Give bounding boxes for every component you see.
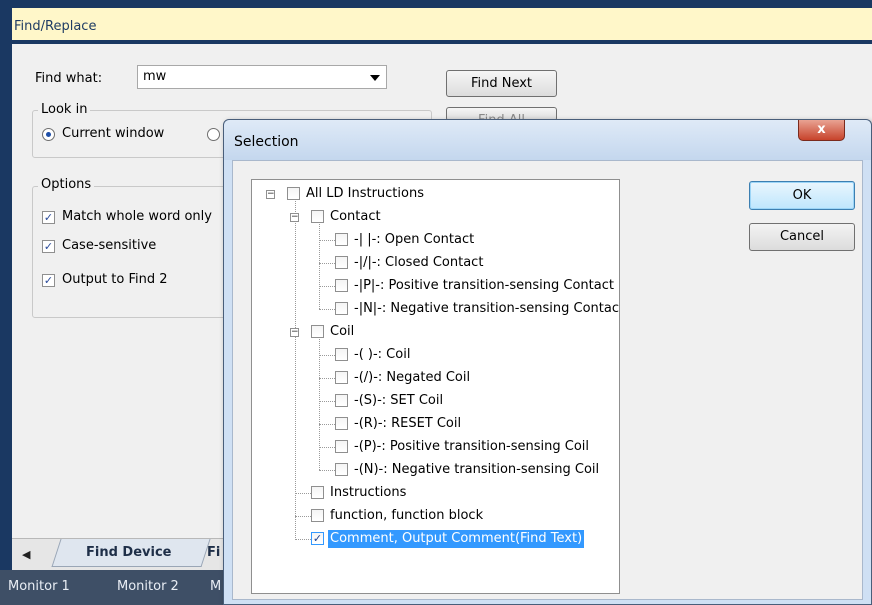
tree-item-label: Contact (330, 209, 381, 224)
selection-titlebar: Selection x (224, 120, 871, 160)
tree-item-label: -(N)-: Negative transition-sensing Coil (354, 462, 600, 477)
tree-item-label: -(/)-: Negated Coil (354, 370, 471, 385)
tree-checkbox[interactable] (311, 486, 324, 499)
tree-expander-minus-icon[interactable]: − (290, 328, 299, 337)
tree-line (295, 493, 311, 494)
selection-client-area: − − − All LD Instructions Contact -| |-:… (232, 160, 863, 600)
tree-line (319, 337, 320, 470)
tree-item-label: All LD Instructions (306, 186, 424, 201)
instruction-tree[interactable]: − − − All LD Instructions Contact -| |-:… (251, 179, 620, 594)
tree-checkbox[interactable] (335, 256, 348, 269)
find-what-combobox[interactable]: mw (137, 65, 387, 89)
find-next-button[interactable]: Find Next (446, 70, 557, 97)
tree-line (319, 401, 335, 402)
tree-checkbox[interactable] (335, 302, 348, 315)
ok-button[interactable]: OK (749, 181, 855, 210)
tree-line (319, 424, 335, 425)
tree-line (319, 222, 320, 309)
case-sensitive-checkbox[interactable]: ✓ (42, 240, 55, 253)
tree-line (319, 263, 335, 264)
tree-line (295, 198, 296, 538)
tree-line (319, 378, 335, 379)
tree-checkbox[interactable] (335, 279, 348, 292)
tree-item-label: -|P|-: Positive transition-sensing Conta… (354, 278, 614, 293)
close-icon[interactable]: x (817, 122, 825, 137)
tab-find-device-label[interactable]: Find Device (86, 545, 171, 560)
tree-line (319, 470, 335, 471)
tree-line (295, 516, 311, 517)
tree-line (319, 447, 335, 448)
tree-checkbox[interactable] (335, 417, 348, 430)
checkbox-checked-icon[interactable]: ✓ (311, 532, 324, 545)
tab-monitor-1[interactable]: Monitor 1 (8, 579, 70, 594)
tree-line (319, 286, 335, 287)
tree-item-label: -(S)-: SET Coil (354, 393, 444, 408)
tree-checkbox[interactable] (335, 463, 348, 476)
tab-monitor-3[interactable]: M (210, 579, 221, 594)
case-sensitive-label: Case-sensitive (62, 238, 157, 253)
tree-checkbox[interactable] (287, 187, 300, 200)
find-replace-titlebar (0, 0, 872, 44)
tree-line (319, 309, 335, 310)
tree-item-label: Comment, Output Comment(Find Text) (328, 530, 585, 548)
tree-checkbox[interactable] (311, 325, 324, 338)
tree-checkbox[interactable] (335, 371, 348, 384)
tree-expander-minus-icon[interactable]: − (266, 190, 275, 199)
tree-checkbox[interactable] (311, 210, 324, 223)
find-replace-titlebar-highlight (12, 8, 872, 40)
selection-dialog: Selection x − − − All LD Instructions Co… (223, 119, 872, 605)
tree-line (319, 355, 335, 356)
cancel-button[interactable]: Cancel (749, 223, 855, 251)
combo-arrow-icon[interactable] (370, 75, 380, 81)
find-what-label: Find what: (35, 71, 103, 86)
tree-item-label: function, function block (330, 508, 484, 523)
tree-item-label: -(R)-: RESET Coil (354, 416, 462, 431)
output-to-find2-label: Output to Find 2 (62, 272, 168, 287)
output-to-find2-checkbox[interactable]: ✓ (42, 274, 55, 287)
tab-monitor-2[interactable]: Monitor 2 (117, 579, 179, 594)
match-whole-word-label: Match whole word only (62, 209, 212, 224)
tree-item-label: -(P)-: Positive transition-sensing Coil (354, 439, 590, 454)
current-window-label: Current window (62, 126, 165, 141)
tree-checkbox[interactable] (335, 394, 348, 407)
tree-checkbox[interactable] (335, 440, 348, 453)
tree-item-label: -| |-: Open Contact (354, 232, 475, 247)
current-window-radio[interactable] (42, 128, 55, 141)
match-whole-word-checkbox[interactable]: ✓ (42, 211, 55, 224)
tree-checkbox[interactable] (335, 348, 348, 361)
tree-line (295, 539, 311, 540)
window-left-border (0, 44, 12, 574)
selection-title: Selection (234, 134, 299, 150)
options-label: Options (38, 177, 95, 192)
tree-item-label: -|/|-: Closed Contact (354, 255, 484, 270)
tab-left-arrow-icon[interactable]: ◀ (22, 548, 30, 561)
tree-expander-minus-icon[interactable]: − (290, 213, 299, 222)
close-button[interactable]: x (798, 120, 845, 141)
tree-checkbox[interactable] (311, 509, 324, 522)
tree-item-label: Coil (330, 324, 355, 339)
tree-line (319, 240, 335, 241)
find-what-value: mw (143, 69, 167, 84)
tree-checkbox[interactable] (335, 233, 348, 246)
tree-item-label: Instructions (330, 485, 407, 500)
tab-find-2-label[interactable]: Fi (207, 545, 220, 560)
other-scope-radio[interactable] (207, 128, 220, 141)
tree-item-label: -|N|-: Negative transition-sensing Conta… (354, 301, 620, 316)
look-in-label: Look in (38, 102, 91, 117)
find-replace-title: Find/Replace (14, 19, 97, 34)
tree-item-label: -( )-: Coil (354, 347, 411, 362)
